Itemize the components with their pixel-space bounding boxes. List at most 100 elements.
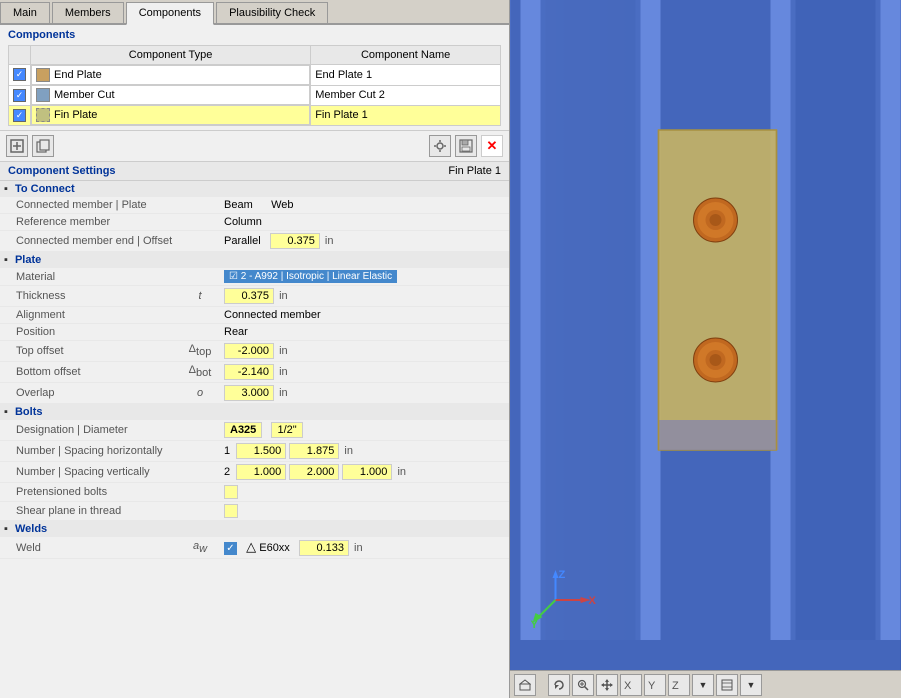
- prop-row: Reference member Column: [0, 214, 509, 231]
- group-plate[interactable]: ▪ Plate: [0, 252, 509, 269]
- bolt-designation[interactable]: A325: [224, 422, 262, 438]
- top-offset-value[interactable]: -2.000: [224, 343, 274, 359]
- prop-label: Number | Spacing horizontally: [0, 441, 180, 462]
- prop-symbol: [180, 197, 220, 214]
- view-z-button[interactable]: Z: [668, 674, 690, 696]
- row-checkbox[interactable]: ✓: [13, 89, 26, 102]
- bolt-spacing-h1[interactable]: 1.500: [236, 443, 286, 459]
- weld-checkbox[interactable]: ✓: [224, 542, 237, 555]
- bolt-spacing-v2[interactable]: 2.000: [289, 464, 339, 480]
- group-to-connect[interactable]: ▪ To Connect: [0, 181, 509, 197]
- bolt-diameter[interactable]: 1/2": [271, 422, 302, 438]
- view-y-button[interactable]: Y: [644, 674, 666, 696]
- prop-symbol: [180, 420, 220, 441]
- weld-size-value[interactable]: 0.133: [299, 540, 349, 556]
- settings-title: Component Settings: [8, 165, 116, 177]
- thickness-unit: in: [279, 290, 288, 302]
- prop-symbol: [180, 324, 220, 341]
- delete-button[interactable]: ✕: [481, 135, 503, 157]
- material-badge[interactable]: ☑ 2 - A992 | Isotropic | Linear Elastic: [224, 270, 397, 283]
- bottom-offset-unit: in: [279, 366, 288, 378]
- shear-plane-checkbox[interactable]: [224, 504, 238, 518]
- pan-button[interactable]: [596, 674, 618, 696]
- tab-members[interactable]: Members: [52, 2, 124, 23]
- copy-component-button[interactable]: [32, 135, 54, 157]
- position-value: Rear: [224, 326, 248, 338]
- prop-symbol: o: [180, 383, 220, 404]
- svg-text:Y: Y: [531, 619, 539, 631]
- prop-label: Material: [0, 268, 180, 286]
- group-toggle-welds: ▪: [4, 523, 8, 535]
- prop-label: Connected member | Plate: [0, 197, 180, 214]
- prop-row: Shear plane in thread: [0, 502, 509, 521]
- svg-text:Z: Z: [559, 569, 566, 581]
- col-name: Component Name: [311, 46, 501, 65]
- edit-settings-button[interactable]: [429, 135, 451, 157]
- settings-section: Component Settings Fin Plate 1 ▪ To Conn…: [0, 161, 509, 698]
- tab-bar: Main Members Components Plausibility Che…: [0, 0, 509, 25]
- bottom-offset-value[interactable]: -2.140: [224, 364, 274, 380]
- group-bolts[interactable]: ▪ Bolts: [0, 404, 509, 421]
- top-offset-unit: in: [279, 345, 288, 357]
- row-checkbox[interactable]: ✓: [13, 109, 26, 122]
- group-toggle-plate: ▪: [4, 254, 8, 266]
- prop-value: 1 1.500 1.875 in: [220, 441, 509, 462]
- thickness-value[interactable]: 0.375: [224, 288, 274, 304]
- prop-value: A325 1/2": [220, 420, 509, 441]
- prop-label: Shear plane in thread: [0, 502, 180, 521]
- prop-value: [220, 483, 509, 502]
- group-label-welds: Welds: [15, 523, 47, 535]
- add-component-button[interactable]: [6, 135, 28, 157]
- zoom-button[interactable]: [572, 674, 594, 696]
- overlap-value[interactable]: 3.000: [224, 385, 274, 401]
- tab-components[interactable]: Components: [126, 2, 214, 25]
- prop-value: Column: [220, 214, 509, 231]
- display-options-button[interactable]: [716, 674, 738, 696]
- pretensioned-checkbox[interactable]: [224, 485, 238, 499]
- view-options-button[interactable]: ▼: [692, 674, 714, 696]
- comp-name-3: Fin Plate 1: [311, 105, 501, 126]
- bolt-spacing-v1[interactable]: 1.000: [236, 464, 286, 480]
- prop-label: Thickness: [0, 286, 180, 307]
- row-checkbox[interactable]: ✓: [13, 68, 26, 81]
- viewport-home-button[interactable]: [514, 674, 536, 696]
- comp-name-1: End Plate 1: [311, 65, 501, 86]
- svg-text:Z: Z: [672, 680, 679, 691]
- viewport-panel: Z Y X: [510, 0, 901, 698]
- more-options-button[interactable]: ▼: [740, 674, 762, 696]
- tab-main[interactable]: Main: [0, 2, 50, 23]
- prop-symbol: [180, 462, 220, 483]
- value-column: Column: [224, 216, 262, 228]
- bolt-spacing-v3[interactable]: 1.000: [342, 464, 392, 480]
- offset-value[interactable]: 0.375: [270, 233, 320, 249]
- prop-label: Reference member: [0, 214, 180, 231]
- prop-value: [220, 502, 509, 521]
- tab-plausibility[interactable]: Plausibility Check: [216, 2, 328, 23]
- group-welds[interactable]: ▪ Welds: [0, 521, 509, 538]
- save-button[interactable]: [455, 135, 477, 157]
- bolt-spacing-h2[interactable]: 1.875: [289, 443, 339, 459]
- prop-row: Top offset Δtop -2.000 in: [0, 341, 509, 362]
- prop-label: Designation | Diameter: [0, 420, 180, 441]
- prop-value: -2.000 in: [220, 341, 509, 362]
- table-row[interactable]: ✓ Member Cut Member Cut 2: [9, 85, 501, 105]
- bolt-num-h: 1: [224, 445, 230, 457]
- prop-row: Material ☑ 2 - A992 | Isotropic | Linear…: [0, 268, 509, 286]
- prop-value: Rear: [220, 324, 509, 341]
- col-type: Component Type: [31, 46, 311, 65]
- prop-symbol: [180, 307, 220, 324]
- prop-row: Designation | Diameter A325 1/2": [0, 420, 509, 441]
- view-x-button[interactable]: X: [620, 674, 642, 696]
- group-label-bolts: Bolts: [15, 406, 43, 418]
- group-label-connect: To Connect: [15, 183, 75, 195]
- table-row[interactable]: ✓ Fin Plate Fin Plate 1: [9, 105, 501, 126]
- prop-symbol: [180, 268, 220, 286]
- endplate-icon: [36, 68, 50, 82]
- properties-table: ▪ To Connect Connected member | Plate Be…: [0, 181, 509, 559]
- settings-subtitle: Fin Plate 1: [448, 165, 501, 177]
- group-toggle-connect: ▪: [4, 183, 8, 195]
- viewport-3d[interactable]: Z Y X: [510, 0, 901, 698]
- prop-value: Beam Web: [220, 197, 509, 214]
- table-row[interactable]: ✓ End Plate End Plate 1: [9, 65, 501, 86]
- rotate-button[interactable]: [548, 674, 570, 696]
